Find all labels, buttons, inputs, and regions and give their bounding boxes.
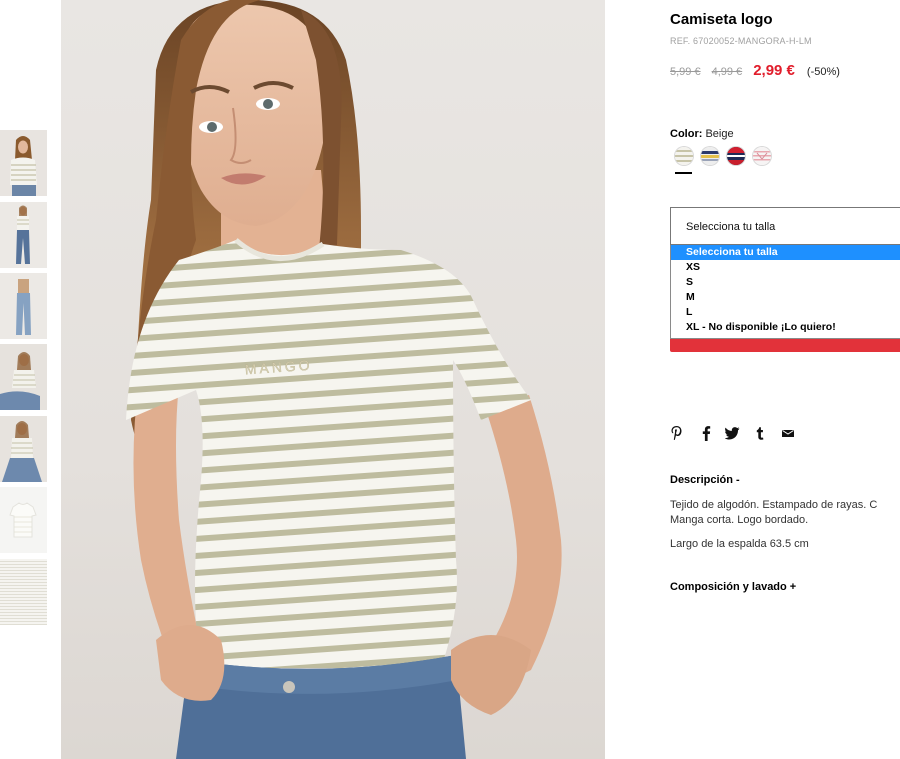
thumbnail-2[interactable] [0,202,47,268]
add-to-bag-button[interactable] [670,339,900,352]
price-original: 5,99 € [670,66,701,78]
product-title: Camiseta logo [670,11,773,28]
description-line-2: Manga corta. Logo bordado. [670,514,809,526]
size-option-xl[interactable]: XL - No disponible ¡Lo quiero! [671,320,900,335]
size-option-xs[interactable]: XS [671,260,900,275]
size-options-list: Selecciona tu talla XS S M L XL - No dis… [670,245,900,339]
thumbnail-3[interactable] [0,273,47,339]
discount-badge: (-50%) [806,66,840,78]
size-option-m[interactable]: M [671,290,900,305]
selected-swatch-indicator [675,172,692,174]
color-label-title: Color: [670,128,703,140]
swatch-red-navy-stripes[interactable] [727,147,745,165]
description-line-3: Largo de la espalda 63.5 cm [670,538,809,550]
size-option-l[interactable]: L [671,305,900,320]
swatch-white-pink-stripes[interactable] [753,147,771,165]
price-current: 2,99 € [753,62,795,79]
thumbnail-5[interactable] [0,416,47,482]
description-toggle[interactable]: Descripción - [670,474,740,486]
price-previous: 4,99 € [711,66,743,78]
swatch-navy-yellow-stripes[interactable] [701,147,719,165]
thumbnail-1[interactable] [0,130,47,196]
composition-toggle[interactable]: Composición y lavado + [670,581,796,593]
color-label: Color: Beige [670,128,734,140]
color-value: Beige [705,128,734,140]
facebook-icon[interactable] [700,425,716,443]
size-option-placeholder[interactable]: Selecciona tu talla [671,245,900,260]
thumbnail-4[interactable] [0,344,47,410]
product-reference: REF. 67020052-MANGORA-H-LM [670,36,812,46]
pinterest-icon[interactable] [670,425,686,443]
price-block: 5,99 € 4,99 € 2,99 € (-50%) [670,62,840,82]
email-icon[interactable] [781,425,797,443]
product-info-panel: Camiseta logo REF. 67020052-MANGORA-H-LM… [670,0,900,759]
size-dropdown[interactable]: Selecciona tu talla [670,207,900,245]
size-option-s[interactable]: S [671,275,900,290]
tumblr-icon[interactable] [754,425,770,443]
twitter-icon[interactable] [724,425,741,443]
description-line-1: Tejido de algodón. Estampado de rayas. C [670,499,878,511]
size-selector: Selecciona tu talla Selecciona tu talla … [670,207,900,352]
swatch-beige-stripes[interactable] [675,147,693,165]
thumbnail-7[interactable] [0,559,47,625]
thumbnail-6[interactable] [0,487,47,553]
product-photo: MANGO [61,0,605,759]
